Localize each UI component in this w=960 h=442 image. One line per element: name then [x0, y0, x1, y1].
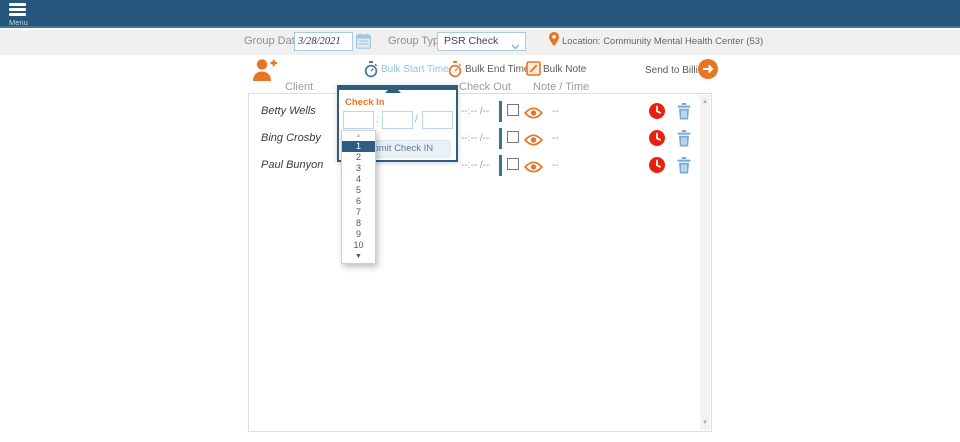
location-pin-icon	[549, 32, 559, 51]
check-out-time: --:-- /--	[461, 98, 489, 125]
note-value: --	[552, 98, 559, 125]
bulk-end-time-button[interactable]: Bulk End Time	[448, 61, 462, 83]
hour-option[interactable]: 2	[342, 152, 375, 163]
check-in-title: Check In	[345, 97, 385, 108]
group-date-input[interactable]	[294, 32, 353, 51]
group-type-select[interactable]: PSR Check	[437, 32, 526, 51]
hour-option[interactable]: 8	[342, 218, 375, 229]
client-name: Bing Crosby	[261, 125, 321, 152]
location-text: Location: Community Mental Health Center…	[562, 36, 763, 47]
note-value: --	[552, 152, 559, 179]
bulk-end-time-label: Bulk End Time	[465, 64, 529, 75]
bulk-start-time-button[interactable]: Bulk Start Time	[364, 61, 378, 83]
row-checkbox[interactable]	[507, 158, 519, 170]
hour-dropdown: ▲ 1 2 3 4 5 6 7 8 9 10 ▼	[341, 130, 376, 264]
column-divider-bar	[499, 101, 502, 122]
hour-input[interactable]	[343, 111, 374, 129]
trash-icon[interactable]	[677, 157, 691, 179]
hour-option[interactable]: 6	[342, 196, 375, 207]
eye-icon[interactable]	[524, 133, 543, 151]
hour-option[interactable]: 7	[342, 207, 375, 218]
alert-clock-icon[interactable]	[649, 130, 665, 151]
stopwatch-icon	[364, 65, 378, 82]
eye-icon[interactable]	[524, 160, 543, 178]
table-row: Betty Wells --:-- /-- --	[249, 98, 699, 125]
trash-icon[interactable]	[677, 130, 691, 152]
hour-option[interactable]: 10	[342, 240, 375, 251]
top-nav-bar: Menu	[0, 0, 960, 28]
group-session-page: Menu Group Date: Group Type: PSR Check L…	[0, 0, 960, 442]
hour-option[interactable]: 5	[342, 185, 375, 196]
group-type-value: PSR Check	[444, 35, 498, 47]
row-checkbox[interactable]	[507, 104, 519, 116]
check-out-time: --:-- /--	[461, 125, 489, 152]
eye-icon[interactable]	[524, 106, 543, 124]
menu-label: Menu	[9, 18, 28, 27]
client-column-header: Client	[285, 81, 313, 93]
dropdown-up-arrow-icon[interactable]: ▲	[342, 131, 375, 141]
table-row: Bing Crosby --:-- /-- --	[249, 125, 699, 152]
add-person-icon	[252, 69, 279, 86]
alert-clock-icon[interactable]	[649, 103, 665, 124]
column-divider-bar	[499, 155, 502, 176]
table-row: Paul Bunyon --:-- /-- --	[249, 152, 699, 179]
arrow-right-circle-icon	[698, 59, 718, 84]
hour-minute-separator: :	[376, 114, 379, 125]
table-scrollbar[interactable]: ▲ ▼	[700, 95, 710, 430]
minute-input[interactable]	[382, 111, 413, 129]
note-time-column-header: Note / Time	[533, 81, 589, 93]
client-name: Paul Bunyon	[261, 152, 323, 179]
add-client-button[interactable]	[252, 58, 279, 87]
dropdown-down-arrow-icon[interactable]: ▼	[342, 251, 375, 263]
bulk-start-time-label: Bulk Start Time	[381, 64, 449, 75]
calendar-icon[interactable]	[356, 33, 371, 54]
note-value: --	[552, 125, 559, 152]
menu-button[interactable]: Menu	[7, 3, 33, 26]
stopwatch-icon	[448, 65, 462, 82]
ampm-separator: /	[415, 114, 418, 125]
check-out-column-header: Check Out	[459, 81, 511, 93]
hour-option[interactable]: 3	[342, 163, 375, 174]
hour-option-selected[interactable]: 1	[342, 141, 375, 152]
bulk-note-label: Bulk Note	[543, 64, 586, 75]
hamburger-icon	[7, 3, 33, 16]
client-table: ▲ ▼ Betty Wells --:-- /-- --	[248, 93, 712, 432]
scroll-down-arrow-icon[interactable]: ▼	[700, 418, 710, 428]
chevron-down-icon	[511, 39, 520, 56]
hour-option[interactable]: 4	[342, 174, 375, 185]
ampm-input[interactable]	[422, 111, 453, 129]
popup-pointer-triangle	[385, 77, 401, 93]
column-divider-bar	[499, 128, 502, 149]
client-name: Betty Wells	[261, 98, 316, 125]
bulk-note-button[interactable]: Bulk Note	[526, 61, 541, 81]
hour-option[interactable]: 9	[342, 229, 375, 240]
note-pencil-icon	[526, 63, 541, 80]
check-out-time: --:-- /--	[461, 152, 489, 179]
alert-clock-icon[interactable]	[649, 157, 665, 178]
scroll-up-arrow-icon[interactable]: ▲	[700, 97, 710, 107]
row-checkbox[interactable]	[507, 131, 519, 143]
trash-icon[interactable]	[677, 103, 691, 125]
